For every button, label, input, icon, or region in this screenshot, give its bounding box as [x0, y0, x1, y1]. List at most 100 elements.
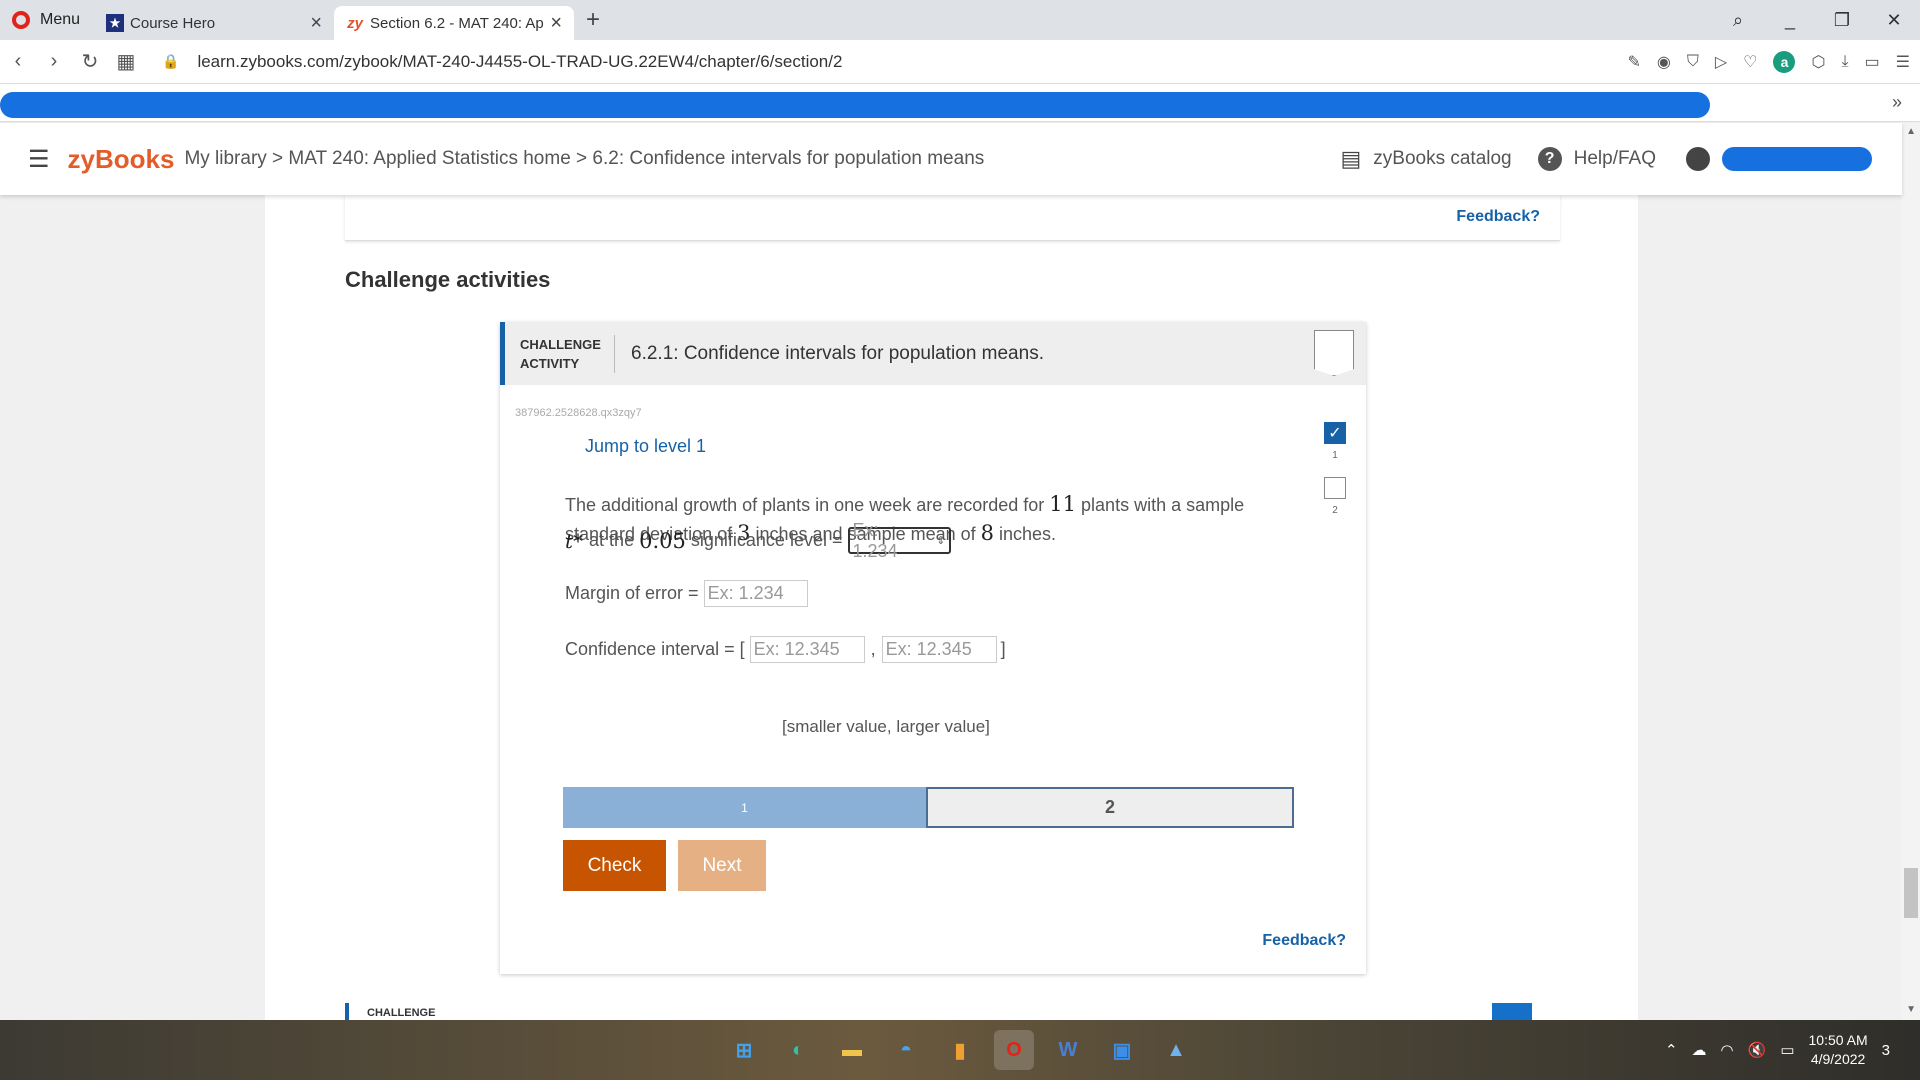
- sample-mean: 8: [980, 521, 995, 545]
- progress-level-1[interactable]: 1: [563, 787, 926, 828]
- opera-icon[interactable]: O: [994, 1030, 1034, 1070]
- zybooks-header: ☰ zyBooks My library > MAT 240: Applied …: [0, 123, 1902, 195]
- tab-course-hero[interactable]: ★ Course Hero ×: [94, 6, 334, 40]
- notification-badge[interactable]: 3: [1882, 1042, 1890, 1059]
- bookmark-icon[interactable]: [1314, 330, 1354, 376]
- send-icon[interactable]: ▷: [1715, 52, 1727, 72]
- word-icon[interactable]: W: [1048, 1030, 1088, 1070]
- progress-level-2[interactable]: 2: [926, 787, 1294, 828]
- cloud-icon[interactable]: ☁: [1692, 1041, 1707, 1059]
- share-icon[interactable]: ✎: [1627, 52, 1640, 72]
- help-link[interactable]: Help/FAQ: [1574, 148, 1656, 170]
- easy-setup-icon[interactable]: ☰: [1896, 52, 1910, 72]
- taskbar-apps: ⊞ ◐ ▬ ◓ ▮ O W ▣ ▲: [724, 1030, 1196, 1070]
- clock-date: 4/9/2022: [1810, 1051, 1866, 1067]
- ci-upper-input[interactable]: Ex: 12.345: [881, 636, 997, 663]
- feedback-link[interactable]: Feedback?: [1262, 932, 1346, 950]
- catalog-link[interactable]: zyBooks catalog: [1373, 148, 1511, 170]
- scrollbar-thumb[interactable]: [1904, 868, 1918, 918]
- battery-icon[interactable]: ▭: [1865, 52, 1880, 72]
- opera-logo-icon: [12, 11, 30, 29]
- close-icon[interactable]: ×: [550, 12, 562, 35]
- breadcrumb[interactable]: My library > MAT 240: Applied Statistics…: [184, 148, 984, 170]
- challenge-title: 6.2.1: Confidence intervals for populati…: [631, 342, 1044, 364]
- level-2-checkbox[interactable]: [1324, 477, 1346, 499]
- challenge-label-line2: ACTIVITY: [520, 355, 580, 371]
- photos-icon[interactable]: ▲: [1156, 1030, 1196, 1070]
- scroll-down-icon[interactable]: ▼: [1906, 1004, 1916, 1015]
- back-icon[interactable]: ‹: [0, 50, 36, 73]
- t-label-post: significance level =: [690, 530, 843, 550]
- jump-to-level-link[interactable]: Jump to level 1: [585, 436, 706, 457]
- next-button[interactable]: Next: [678, 840, 766, 891]
- tab-zybooks-section[interactable]: zy Section 6.2 - MAT 240: Applied Statis…: [334, 6, 575, 40]
- more-bookmarks-icon[interactable]: »: [1892, 92, 1902, 113]
- camera-icon[interactable]: ◉: [1657, 52, 1671, 72]
- menu-label: Menu: [40, 11, 81, 28]
- margin-label: Margin of error =: [565, 583, 699, 603]
- lock-icon[interactable]: 🔒: [162, 53, 179, 70]
- section-title: Challenge activities: [345, 267, 551, 292]
- main-content: Feedback? Challenge activities CHALLENGE…: [265, 195, 1638, 1023]
- redaction-scribble: [0, 92, 1710, 118]
- cube-icon[interactable]: ⬡: [1811, 52, 1825, 72]
- app-icon[interactable]: ▮: [940, 1030, 980, 1070]
- opera-menu-button[interactable]: Menu: [0, 0, 94, 40]
- username-redaction: [1722, 147, 1872, 171]
- window-controls: ⌕ _ ❐ ✕: [1712, 0, 1920, 40]
- prompt-text: inches.: [994, 524, 1057, 544]
- check-button[interactable]: Check: [563, 840, 666, 891]
- spinner-icon[interactable]: ⇕: [936, 534, 945, 547]
- wifi-icon[interactable]: ◠: [1721, 1041, 1734, 1059]
- heart-icon[interactable]: ♡: [1743, 52, 1757, 72]
- level-progress-bar: 1 2: [563, 787, 1294, 828]
- feedback-link[interactable]: Feedback?: [1456, 208, 1540, 226]
- ci-upper-placeholder: Ex: 12.345: [885, 639, 972, 659]
- url-field[interactable]: learn.zybooks.com/zybook/MAT-240-J4455-O…: [197, 52, 842, 72]
- app-icon[interactable]: ◓: [886, 1030, 926, 1070]
- level-1-checkbox[interactable]: ✓: [1324, 422, 1346, 444]
- battery-icon[interactable]: ▭: [1780, 1041, 1794, 1059]
- alpha-value: 0.05: [639, 528, 686, 553]
- vpn-shield-icon[interactable]: ⛉: [1687, 53, 1699, 71]
- chevron-up-icon[interactable]: ⌃: [1665, 1041, 1678, 1059]
- previous-activity-card: Feedback?: [345, 195, 1560, 241]
- challenge-label-line1: CHALLENGE: [520, 336, 601, 352]
- margin-of-error-input[interactable]: Ex: 1.234: [703, 580, 808, 607]
- avatar[interactable]: [1686, 147, 1710, 171]
- edge-icon[interactable]: ◐: [778, 1030, 818, 1070]
- ci-lower-input[interactable]: Ex: 12.345: [749, 636, 865, 663]
- new-tab-button[interactable]: +: [586, 6, 600, 34]
- scroll-up-icon[interactable]: ▲: [1906, 126, 1916, 137]
- t-star-input[interactable]: Ex: 1.234 ⇕: [847, 520, 951, 561]
- windows-taskbar: ⊞ ◐ ▬ ◓ ▮ O W ▣ ▲ ⌃ ☁ ◠ 🔇 ▭ 10:50 AM 4/9…: [0, 1020, 1920, 1080]
- close-icon[interactable]: ×: [310, 12, 322, 35]
- mute-icon[interactable]: 🔇: [1748, 1041, 1767, 1059]
- catalog-icon[interactable]: ▤: [1340, 146, 1361, 172]
- download-icon[interactable]: ⤓: [1841, 53, 1848, 71]
- ci-separator: ,: [870, 639, 876, 659]
- close-window-icon[interactable]: ✕: [1868, 10, 1920, 31]
- help-icon[interactable]: ?: [1537, 147, 1562, 171]
- menu-icon[interactable]: ☰: [28, 145, 50, 174]
- reload-icon[interactable]: ↻: [72, 49, 108, 74]
- restore-icon[interactable]: ❐: [1816, 10, 1868, 31]
- file-explorer-icon[interactable]: ▬: [832, 1030, 872, 1070]
- speed-dial-icon[interactable]: ▦: [108, 49, 144, 74]
- windows-start-icon[interactable]: ⊞: [724, 1030, 764, 1070]
- extension-a-icon[interactable]: a: [1773, 51, 1796, 73]
- store-icon[interactable]: ▣: [1102, 1030, 1142, 1070]
- t-label-pre: at the: [589, 530, 635, 550]
- address-bar: ‹ › ↻ ▦ 🔒 learn.zybooks.com/zybook/MAT-2…: [0, 40, 1920, 84]
- ci-label: Confidence interval = [: [565, 639, 745, 659]
- challenge-label: CHALLENGE ACTIVITY: [505, 334, 615, 373]
- search-icon[interactable]: ⌕: [1712, 10, 1764, 31]
- forward-icon[interactable]: ›: [36, 50, 72, 73]
- clock[interactable]: 10:50 AM 4/9/2022: [1809, 1031, 1868, 1069]
- ci-hint: [smaller value, larger value]: [782, 717, 990, 736]
- minimize-icon[interactable]: _: [1764, 10, 1816, 31]
- t-star-row: t* at the 0.05 significance level = Ex: …: [565, 520, 951, 561]
- browser-tab-bar: Menu ★ Course Hero × zy Section 6.2 - MA…: [0, 0, 1920, 40]
- zy-icon: zy: [347, 14, 363, 32]
- zybooks-logo[interactable]: zyBooks: [68, 144, 175, 175]
